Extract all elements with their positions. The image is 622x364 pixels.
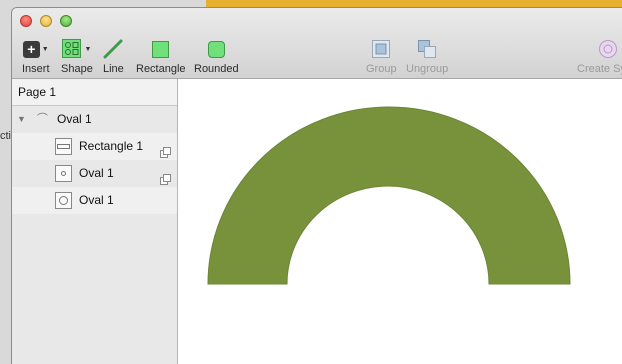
group-label: Group: [366, 63, 397, 75]
plus-icon: +: [22, 40, 40, 58]
layer-name: Oval 1: [79, 193, 114, 207]
group-icon: [372, 40, 391, 58]
insert-button[interactable]: + ▼ Insert: [22, 38, 50, 75]
group-button[interactable]: Group: [366, 38, 397, 75]
layer-row-oval[interactable]: Oval 1: [12, 160, 177, 187]
shape-label: Shape: [61, 63, 93, 75]
layer-row-rectangle[interactable]: Rectangle 1: [12, 133, 177, 160]
ungroup-label: Ungroup: [406, 63, 449, 75]
rectangle-button[interactable]: Rectangle: [136, 38, 186, 75]
zoom-window-button[interactable]: [60, 15, 72, 27]
shape-button[interactable]: ▼ Shape: [61, 38, 93, 75]
chevron-down-icon: ▼: [84, 45, 92, 53]
canvas[interactable]: [178, 79, 622, 364]
create-symbol-button[interactable]: Create Sy: [577, 38, 622, 75]
mask-icon[interactable]: [160, 141, 171, 158]
half-ring-shape[interactable]: [207, 106, 571, 285]
insert-label: Insert: [22, 63, 50, 75]
mask-icon[interactable]: [160, 168, 171, 185]
oval-layer-icon: [55, 165, 72, 182]
rectangle-layer-icon: [55, 138, 72, 155]
minimize-window-button[interactable]: [40, 15, 52, 27]
layer-row-oval[interactable]: Oval 1: [12, 187, 177, 214]
layer-name: Oval 1: [57, 112, 92, 126]
page-selector[interactable]: Page 1: [12, 79, 177, 106]
ungroup-icon: [418, 40, 437, 58]
close-window-button[interactable]: [20, 15, 32, 27]
ungroup-button[interactable]: Ungroup: [406, 38, 448, 75]
shapes-icon: [62, 39, 82, 58]
rectangle-icon: [152, 40, 170, 58]
layers-sidebar: Page 1 ▼ ⌒ Oval 1 Rectangle 1 Oval 1 Ova…: [12, 79, 178, 364]
sketch-window: + ▼ Insert ▼ Shape Line Rectangle Rounde…: [12, 8, 622, 364]
disclosure-triangle-icon[interactable]: ▼: [17, 106, 26, 133]
rounded-button[interactable]: Rounded: [194, 38, 239, 75]
chevron-down-icon: ▼: [41, 45, 49, 53]
line-label: Line: [103, 63, 124, 75]
layer-name: Rectangle 1: [79, 139, 144, 153]
line-icon: [103, 39, 123, 59]
rounded-label: Rounded: [194, 63, 239, 75]
line-button[interactable]: Line: [103, 38, 124, 75]
layer-name: Oval 1: [79, 166, 114, 180]
symbol-icon: [598, 40, 617, 58]
canvas-artwork: [207, 106, 571, 285]
create-symbol-label: Create Sy: [577, 63, 622, 75]
group-layer-icon: ⌒: [37, 113, 48, 125]
rounded-rectangle-icon: [207, 40, 225, 58]
toolbar: + ▼ Insert ▼ Shape Line Rectangle Rounde…: [12, 8, 622, 79]
rectangle-label: Rectangle: [136, 63, 186, 75]
oval-layer-icon: [55, 192, 72, 209]
layer-row-group[interactable]: ▼ ⌒ Oval 1: [12, 106, 177, 133]
